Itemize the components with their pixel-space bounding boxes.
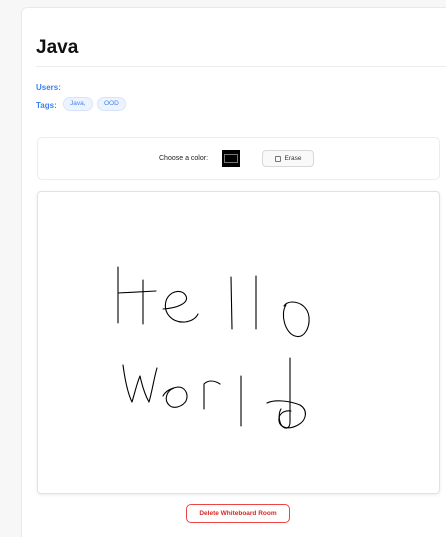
tags-label: Tags: bbox=[36, 101, 57, 110]
erase-toggle[interactable]: Erase bbox=[262, 150, 314, 167]
color-picker-label: Choose a color: bbox=[159, 155, 209, 162]
tag-badge: Java, bbox=[63, 97, 93, 111]
page-title: Java bbox=[36, 37, 79, 58]
whiteboard-canvas[interactable] bbox=[37, 191, 440, 494]
divider bbox=[36, 66, 446, 67]
erase-checkbox[interactable] bbox=[274, 155, 281, 162]
tag-badge: OOD bbox=[97, 97, 126, 111]
erase-label: Erase bbox=[284, 155, 302, 162]
users-label: Users: bbox=[36, 83, 61, 92]
delete-room-button[interactable]: Delete Whiteboard Room bbox=[186, 504, 290, 523]
handwriting-drawing bbox=[117, 266, 310, 429]
color-picker[interactable] bbox=[222, 150, 240, 167]
